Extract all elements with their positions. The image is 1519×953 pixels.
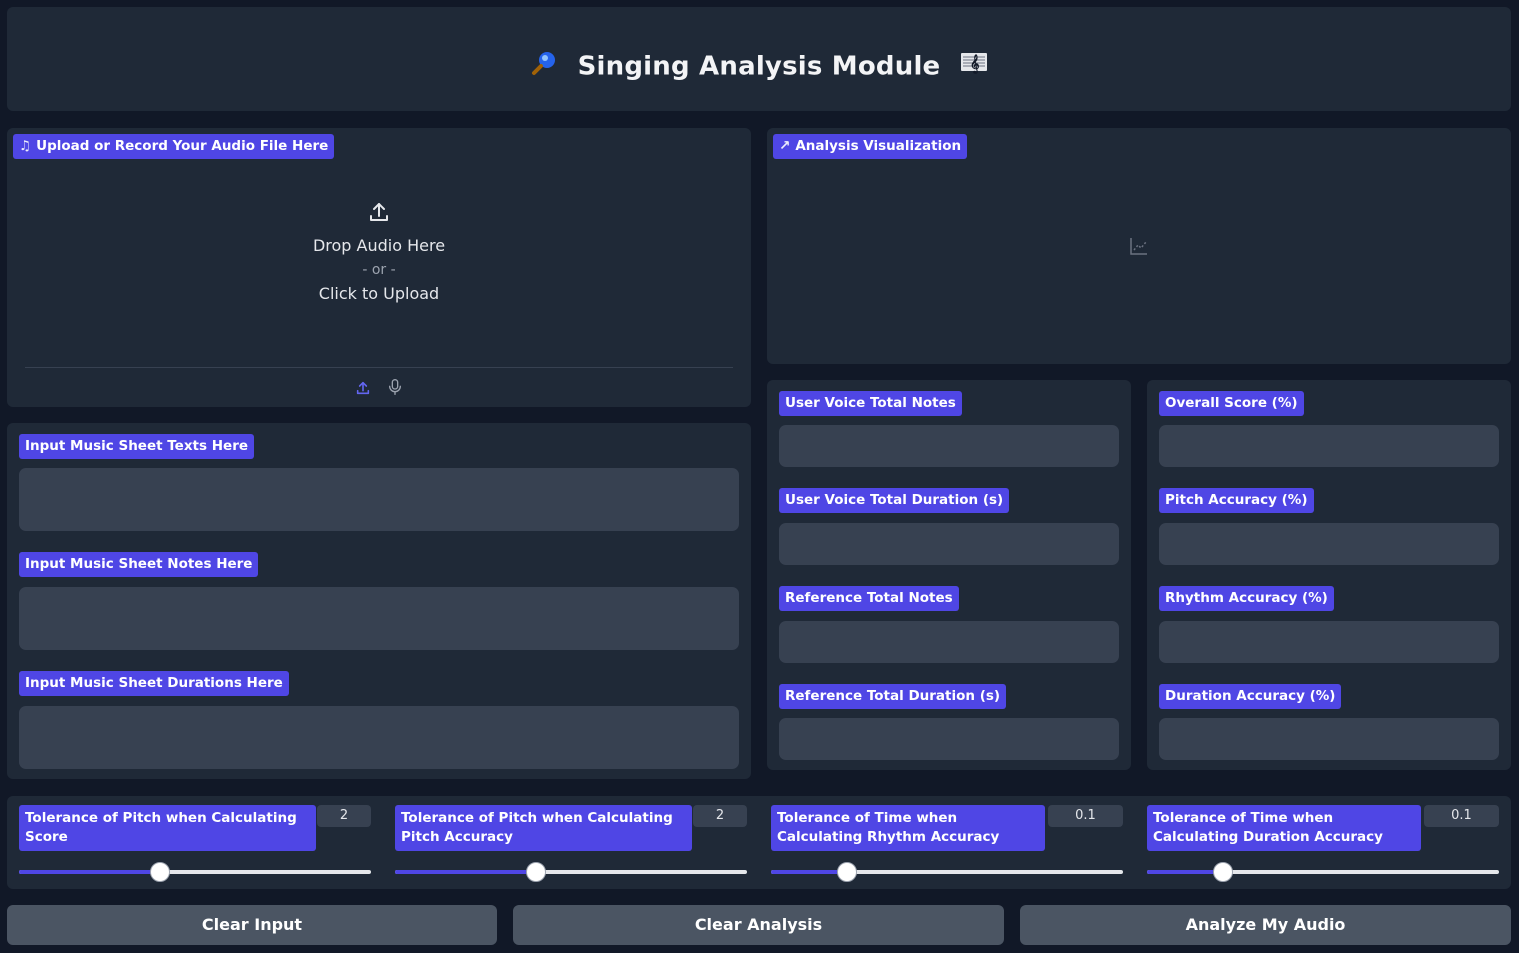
or-text: - or - (362, 262, 396, 278)
clear-input-button[interactable]: Clear Input (7, 905, 497, 945)
clear-analysis-button[interactable]: Clear Analysis (513, 905, 1004, 945)
slider-value-input[interactable]: 2 (693, 805, 747, 827)
slider-label: Tolerance of Pitch when Calculating Pitc… (395, 805, 692, 851)
rhythm-accuracy-field (1159, 621, 1499, 663)
slider-label: Tolerance of Time when Calculating Durat… (1147, 805, 1421, 851)
slider-fill (771, 870, 847, 874)
slider-thumb[interactable] (836, 862, 857, 882)
duration-accuracy-field (1159, 718, 1499, 760)
slider-label: Tolerance of Time when Calculating Rhyth… (771, 805, 1045, 851)
upload-label: ♫ Upload or Record Your Audio File Here (13, 134, 335, 159)
user-notes-field (779, 425, 1119, 467)
page-title: Singing Analysis Module (577, 51, 941, 82)
magnifier-icon (530, 49, 558, 84)
user-notes-label: User Voice Total Notes (779, 391, 962, 416)
visualization-panel: ↗ Analysis Visualization (767, 128, 1511, 364)
voice-stats-panel: User Voice Total Notes User Voice Total … (767, 380, 1131, 770)
click-to-upload-text[interactable]: Click to Upload (7, 284, 751, 303)
music-sheet-input-panel: Input Music Sheet Texts Here Input Music… (7, 423, 751, 779)
page-title-row: Singing Analysis Module 𝄞 (7, 49, 1511, 84)
rhythm-accuracy-label: Rhythm Accuracy (%) (1159, 586, 1334, 611)
user-duration-label: User Voice Total Duration (s) (779, 488, 1010, 513)
slider-thumb[interactable] (149, 862, 170, 882)
drop-audio-text[interactable]: Drop Audio Here (7, 236, 751, 255)
chart-icon: ↗ (779, 138, 791, 154)
svg-text:𝄞: 𝄞 (970, 54, 980, 75)
slider-fill (395, 870, 536, 874)
slider-value-input[interactable]: 2 (317, 805, 371, 827)
slider-fill (19, 870, 160, 874)
pitch-accuracy-label: Pitch Accuracy (%) (1159, 488, 1314, 513)
upload-divider (25, 367, 733, 368)
user-duration-field (779, 523, 1119, 565)
slider-label: Tolerance of Pitch when Calculating Scor… (19, 805, 316, 851)
upload-icon[interactable] (367, 203, 391, 228)
texts-input-field[interactable] (19, 468, 739, 531)
slider-track[interactable] (19, 862, 371, 882)
slider-value-input[interactable]: 0.1 (1048, 805, 1123, 827)
chart-placeholder-icon (1129, 236, 1149, 260)
music-score-icon: 𝄞 (960, 51, 988, 82)
analyze-audio-button[interactable]: Analyze My Audio (1020, 905, 1511, 945)
slider-track[interactable] (771, 862, 1123, 882)
ref-notes-field (779, 621, 1119, 663)
notes-input-field[interactable] (19, 587, 739, 650)
ref-notes-label: Reference Total Notes (779, 586, 959, 611)
slider-fill (1147, 870, 1223, 874)
slider-track[interactable] (1147, 862, 1499, 882)
header-panel: Singing Analysis Module 𝄞 (7, 7, 1511, 111)
ref-duration-label: Reference Total Duration (s) (779, 684, 1007, 709)
durations-input-label: Input Music Sheet Durations Here (19, 671, 289, 696)
overall-score-field (1159, 425, 1499, 467)
slider-thumb[interactable] (525, 862, 546, 882)
upload-source-icon[interactable] (355, 380, 371, 400)
slider-value-input[interactable]: 0.1 (1424, 805, 1499, 827)
tolerance-sliders-panel: Tolerance of Pitch when Calculating Scor… (7, 796, 1511, 889)
slider-track[interactable] (395, 862, 747, 882)
notes-input-label: Input Music Sheet Notes Here (19, 552, 259, 577)
microphone-icon[interactable] (387, 378, 403, 400)
upload-source-icons (7, 378, 751, 400)
score-stats-panel: Overall Score (%) Pitch Accuracy (%) Rhy… (1147, 380, 1511, 770)
duration-accuracy-label: Duration Accuracy (%) (1159, 684, 1342, 709)
durations-input-field[interactable] (19, 706, 739, 769)
pitch-accuracy-field (1159, 523, 1499, 565)
visualization-label: ↗ Analysis Visualization (773, 134, 968, 159)
texts-input-label: Input Music Sheet Texts Here (19, 434, 255, 459)
upload-panel[interactable]: ♫ Upload or Record Your Audio File Here D… (7, 128, 751, 407)
overall-score-label: Overall Score (%) (1159, 391, 1304, 416)
slider-thumb[interactable] (1212, 862, 1233, 882)
ref-duration-field (779, 718, 1119, 760)
upload-dropzone-icon-row (7, 200, 751, 228)
music-note-icon: ♫ (19, 138, 32, 154)
